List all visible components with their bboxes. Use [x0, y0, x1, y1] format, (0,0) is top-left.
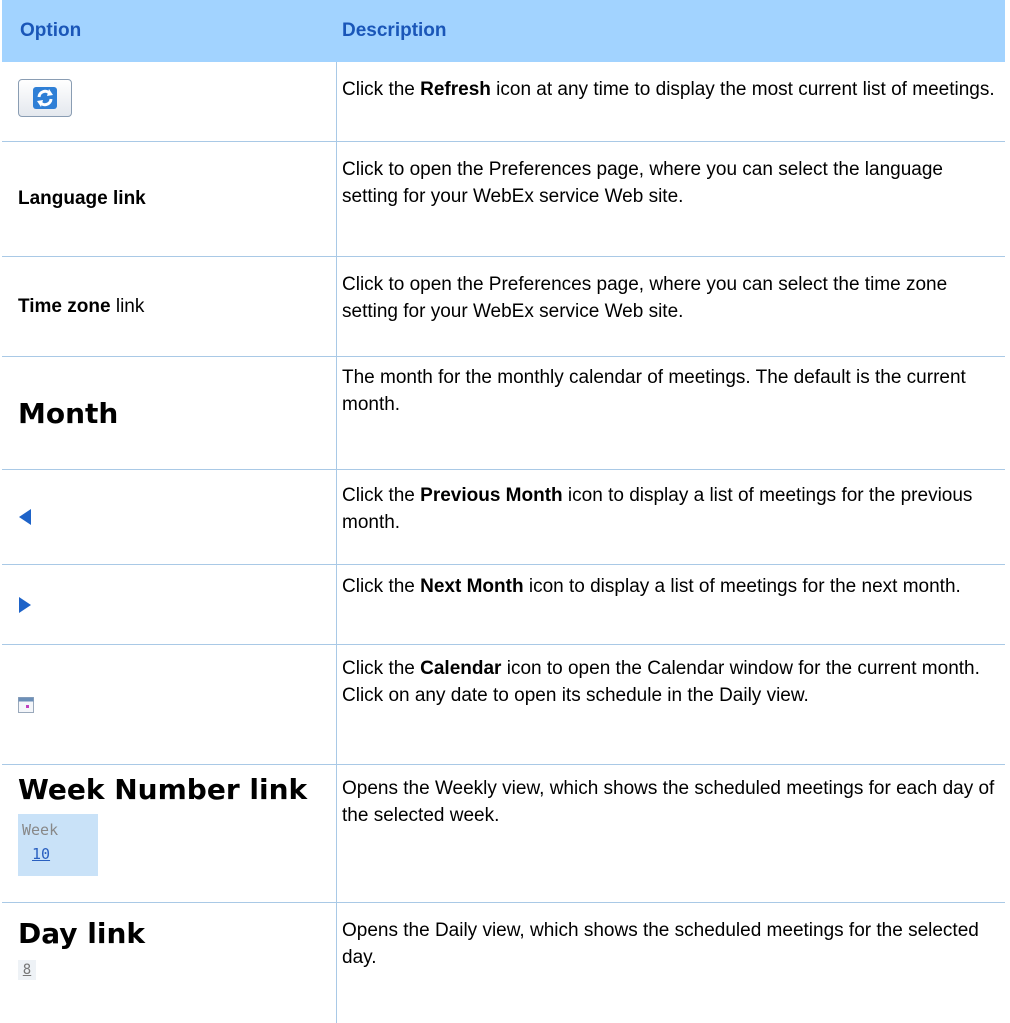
- table-row: Click the Refresh icon at any time to di…: [2, 62, 1005, 142]
- option-cell: [2, 645, 337, 764]
- description-cell: Opens the Daily view, which shows the sc…: [342, 920, 979, 968]
- table-row: Click the Calendar icon to open the Cale…: [2, 645, 1005, 765]
- option-cell: [2, 470, 337, 564]
- week-label: Week: [22, 821, 59, 839]
- description-cell: The month for the monthly calendar of me…: [342, 367, 966, 415]
- refresh-term: Refresh: [420, 79, 491, 100]
- option-cell: [2, 62, 337, 141]
- refresh-icon: [33, 87, 57, 109]
- options-table: Option Description Click the Refresh ico…: [2, 0, 1005, 1023]
- table-row: Month The month for the monthly calendar…: [2, 357, 1005, 470]
- previous-month-term: Previous Month: [420, 485, 563, 506]
- week-number-label: Week Number link: [18, 773, 308, 806]
- time-zone-link[interactable]: Time zone link: [18, 296, 336, 318]
- week-number-example: Week 10: [18, 814, 98, 876]
- description-cell: Click to open the Preferences page, wher…: [342, 159, 943, 207]
- previous-month-arrow-icon[interactable]: [18, 508, 32, 526]
- description-cell: Click the Next Month icon to display a l…: [342, 576, 961, 597]
- option-cell: Month: [2, 357, 337, 469]
- option-cell: [2, 565, 337, 644]
- calendar-term: Calendar: [420, 658, 502, 679]
- header-description: Description: [342, 20, 447, 41]
- table-row: Week Number link Week 10 Opens the Weekl…: [2, 765, 1005, 903]
- month-label: Month: [18, 396, 119, 430]
- description-cell: Click the Previous Month icon to display…: [342, 485, 973, 533]
- language-link[interactable]: Language link: [18, 188, 336, 210]
- table-row: Click the Next Month icon to display a l…: [2, 565, 1005, 645]
- option-cell: Day link 8: [2, 903, 337, 1023]
- next-month-term: Next Month: [420, 576, 524, 597]
- day-link-label: Day link: [18, 917, 146, 950]
- day-number-link[interactable]: 8: [18, 960, 36, 980]
- table-row: Language link Click to open the Preferen…: [2, 142, 1005, 257]
- option-cell: Language link: [2, 142, 337, 256]
- week-number-link[interactable]: 10: [22, 842, 98, 866]
- next-month-arrow-icon[interactable]: [18, 596, 32, 614]
- option-cell: Time zone link: [2, 257, 337, 356]
- option-cell: Week Number link Week 10: [2, 765, 337, 902]
- refresh-button[interactable]: [18, 79, 72, 117]
- table-row: Click the Previous Month icon to display…: [2, 470, 1005, 565]
- calendar-icon[interactable]: [18, 696, 34, 713]
- table-row: Time zone link Click to open the Prefere…: [2, 257, 1005, 357]
- table-row: Day link 8 Opens the Daily view, which s…: [2, 903, 1005, 1023]
- description-cell: Opens the Weekly view, which shows the s…: [342, 778, 995, 826]
- description-cell: Click the Calendar icon to open the Cale…: [342, 658, 980, 706]
- table-header: Option Description: [2, 0, 1005, 62]
- description-cell: Click the Refresh icon at any time to di…: [342, 79, 995, 100]
- header-option: Option: [20, 20, 82, 41]
- description-cell: Click to open the Preferences page, wher…: [342, 274, 948, 322]
